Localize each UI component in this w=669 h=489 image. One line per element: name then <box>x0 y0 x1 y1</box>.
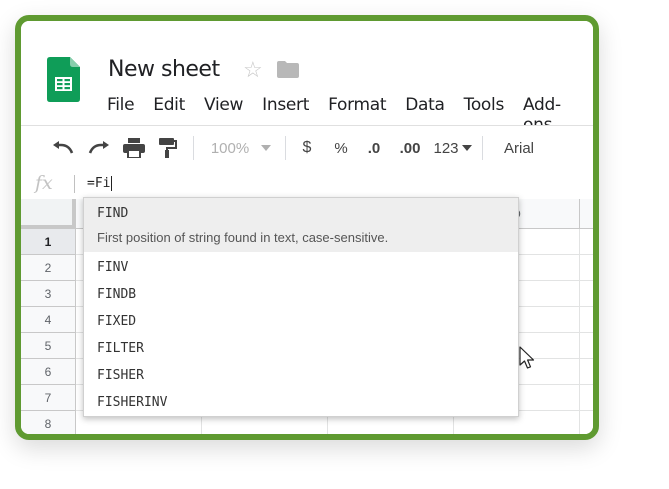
grid-cell[interactable] <box>580 359 593 385</box>
column-header-e[interactable] <box>580 199 593 229</box>
more-formats-button[interactable]: 123 <box>431 126 461 170</box>
grid-cell[interactable] <box>580 229 593 255</box>
grid-cell[interactable] <box>580 255 593 281</box>
formula-bar: fx =Fi <box>21 169 593 200</box>
row-header-6[interactable]: 6 <box>21 359 76 385</box>
text-caret <box>111 176 113 191</box>
toolbar-divider <box>482 136 483 160</box>
zoom-chevron-down-icon[interactable] <box>259 126 273 170</box>
autocomplete-item[interactable]: FINV <box>97 260 128 275</box>
grid-cell[interactable] <box>580 411 593 434</box>
redo-button[interactable] <box>87 126 111 170</box>
autocomplete-item-highlighted[interactable]: FIND First position of string found in t… <box>84 198 518 252</box>
star-icon[interactable]: ☆ <box>243 57 263 83</box>
undo-button[interactable] <box>51 126 75 170</box>
row-header-7[interactable]: 7 <box>21 385 76 411</box>
percent-button[interactable]: % <box>331 126 351 170</box>
zoom-select[interactable]: 100% <box>205 126 255 170</box>
row-header-5[interactable]: 5 <box>21 333 76 359</box>
sheets-logo-icon[interactable] <box>47 57 80 102</box>
folder-icon[interactable] <box>277 61 299 78</box>
row-header-1[interactable]: 1 <box>21 229 76 255</box>
row-header-8[interactable]: 8 <box>21 411 76 434</box>
paint-format-button[interactable] <box>158 126 178 170</box>
fx-icon: fx <box>35 172 53 194</box>
more-formats-chevron-down-icon[interactable] <box>461 126 473 170</box>
formula-autocomplete-dropdown: FIND First position of string found in t… <box>83 197 519 417</box>
grid-cell[interactable] <box>580 333 593 359</box>
formula-input[interactable]: =Fi <box>87 176 113 191</box>
app-window: New sheet ☆ File Edit View Insert Format… <box>15 15 599 440</box>
row-header-4[interactable]: 4 <box>21 307 76 333</box>
redo-icon <box>88 141 109 154</box>
toolbar-divider <box>193 136 194 160</box>
function-description: First position of string found in text, … <box>97 230 389 245</box>
toolbar: 100% $ % .0 .00 123 Arial <box>21 125 593 171</box>
autocomplete-item[interactable]: FIXED <box>97 314 136 329</box>
grid-cell[interactable] <box>580 307 593 333</box>
row-header-2[interactable]: 2 <box>21 255 76 281</box>
font-select[interactable]: Arial <box>499 126 539 170</box>
formula-text: =Fi <box>87 176 111 191</box>
grid-cell[interactable] <box>580 385 593 411</box>
mouse-pointer-icon <box>519 346 535 369</box>
title-bar: New sheet ☆ File Edit View Insert Format… <box>21 21 593 135</box>
autocomplete-item[interactable]: FISHER <box>97 368 144 383</box>
currency-button[interactable]: $ <box>297 126 317 170</box>
grid-cell[interactable] <box>580 281 593 307</box>
document-title[interactable]: New sheet <box>108 57 220 82</box>
function-name: FIND <box>97 206 129 221</box>
increase-decimals-button[interactable]: .00 <box>396 126 424 170</box>
print-button[interactable] <box>122 126 146 170</box>
decrease-decimals-button[interactable]: .0 <box>362 126 386 170</box>
autocomplete-item[interactable]: FINDB <box>97 287 136 302</box>
row-header-3[interactable]: 3 <box>21 281 76 307</box>
paint-format-icon <box>159 138 177 158</box>
formula-bar-divider <box>74 175 75 193</box>
undo-icon <box>53 141 74 154</box>
print-icon <box>123 138 145 158</box>
toolbar-divider <box>285 136 286 160</box>
select-all-corner[interactable] <box>21 199 76 229</box>
autocomplete-item[interactable]: FISHERINV <box>97 395 167 410</box>
autocomplete-item[interactable]: FILTER <box>97 341 144 356</box>
